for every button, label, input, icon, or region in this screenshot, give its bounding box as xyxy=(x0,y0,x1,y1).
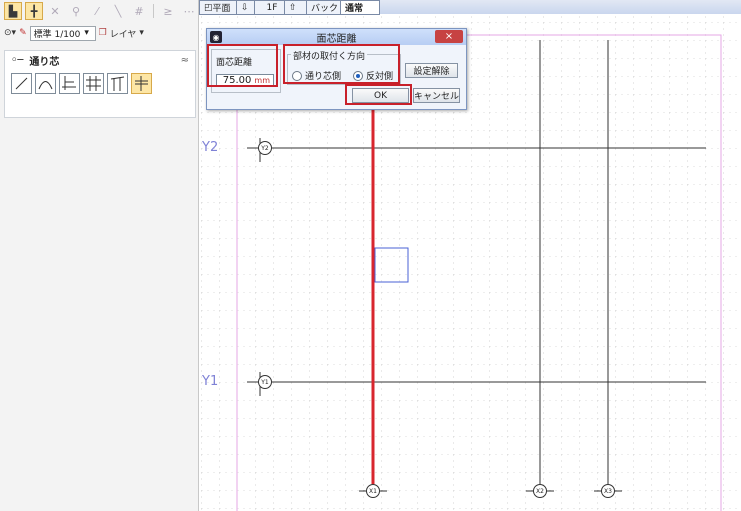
layer-icon[interactable]: ❒ xyxy=(99,28,107,38)
cross-grid-tool-icon[interactable] xyxy=(59,73,80,94)
delete-icon[interactable]: ✕ xyxy=(46,2,64,20)
radio-opposite-side[interactable]: 反対側 xyxy=(353,69,393,82)
scale-value: 標準 1/100 xyxy=(33,29,81,40)
plan-icon: ◰ xyxy=(204,2,213,13)
normal-tab[interactable]: 通常 xyxy=(340,0,380,15)
arrow-icon[interactable]: ≥ xyxy=(159,2,177,20)
distance-unit: mm xyxy=(254,76,270,85)
axis-label-y1: Y1 xyxy=(202,374,219,389)
line-tool-glyph xyxy=(15,77,28,90)
chevron-down-icon[interactable]: ▾ xyxy=(139,28,144,38)
radio-opposite-side-label: 反対側 xyxy=(366,72,394,82)
left-tool-panel: ▙ ╋ ✕ ⚲ ⁄ ╲ # ≥ ⋯ ☷ ⊙▾ ✎ 標準 1/100 ▾ ❒ レイ… xyxy=(0,0,215,511)
dash-icon[interactable]: ⋯ xyxy=(180,2,198,20)
cancel-button[interactable]: キャンセル xyxy=(413,88,460,103)
canvas-view-bar: ◰ 平面 ⇩ 1F ⇧ バック 通常 xyxy=(199,0,741,15)
distance-value: 75.00 xyxy=(222,75,252,86)
grid-tool-row xyxy=(5,69,195,98)
toolbar-separator xyxy=(153,4,154,18)
grid-line-panel-title: 通り芯 xyxy=(29,56,60,68)
cross-grid-tool-glyph xyxy=(62,76,76,90)
plan-view-label: 平面 xyxy=(212,4,231,14)
radio-grid-side-label: 通り芯側 xyxy=(305,72,342,82)
axis-label-y2: Y2 xyxy=(202,140,219,155)
snap-icon[interactable]: ⊙▾ xyxy=(4,28,16,38)
face-core-tool-glyph xyxy=(135,76,148,91)
collapse-icon[interactable]: ≈ xyxy=(181,55,189,66)
grid-line-icon: ◦─ xyxy=(11,54,24,66)
offset-grid-tool-glyph xyxy=(110,76,125,91)
multi-grid-tool-glyph xyxy=(86,76,101,91)
scale-select[interactable]: 標準 1/100 ▾ xyxy=(29,25,96,41)
grid-bubble-y1[interactable]: Y1 xyxy=(258,375,272,389)
arc-tool-icon[interactable] xyxy=(35,73,56,94)
dialog-title-bar[interactable]: ◉ 面芯距離 × xyxy=(207,29,466,45)
grid-line-panel: ◦─ 通り芯 ≈ xyxy=(4,50,196,118)
hatch-grid-icon[interactable]: # xyxy=(130,2,148,20)
radio-grid-side[interactable]: 通り芯側 xyxy=(292,69,341,82)
slash-icon[interactable]: ╲ xyxy=(109,2,127,20)
diagonal-line-icon[interactable]: ⁄ xyxy=(88,2,106,20)
grid-bubble-x1[interactable]: X1 xyxy=(366,484,380,498)
radio-grid-side-dot[interactable] xyxy=(292,70,302,81)
offset-grid-tool-icon[interactable] xyxy=(107,73,128,94)
grid-bubble-x2[interactable]: X2 xyxy=(533,484,547,498)
search-icon[interactable]: ⚲ xyxy=(67,2,85,20)
property-toolbar: ⊙▾ ✎ 標準 1/100 ▾ ❒ レイヤ ▾ xyxy=(4,24,144,42)
ok-button[interactable]: OK xyxy=(352,88,409,103)
face-core-distance-dialog: ◉ 面芯距離 × 面芯距離 75.00 mm 部材の取付く方向 通り芯側 反対側… xyxy=(206,28,467,110)
line-tool-icon[interactable] xyxy=(11,73,32,94)
clear-setting-button[interactable]: 設定解除 xyxy=(405,63,458,78)
face-core-tool-icon[interactable] xyxy=(131,73,152,94)
multi-grid-tool-icon[interactable] xyxy=(83,73,104,94)
grid-bubble-x3[interactable]: X3 xyxy=(601,484,615,498)
select-cross-icon[interactable]: ╋ xyxy=(25,2,43,20)
arc-tool-glyph xyxy=(38,81,53,90)
close-icon[interactable]: × xyxy=(435,30,463,43)
distance-label: 面芯距離 xyxy=(216,58,253,68)
dialog-title: 面芯距離 xyxy=(316,33,357,45)
layer-menu[interactable]: レイヤ xyxy=(110,27,137,40)
radio-opposite-side-dot[interactable] xyxy=(353,70,363,81)
drawing-toolbar: ▙ ╋ ✕ ⚲ ⁄ ╲ # ≥ ⋯ ☷ xyxy=(4,2,219,20)
select-rect-icon[interactable]: ▙ xyxy=(4,2,22,20)
pen-icon[interactable]: ✎ xyxy=(19,28,27,38)
direction-group-label: 部材の取付く方向 xyxy=(291,49,368,62)
chevron-down-icon: ▾ xyxy=(84,28,89,38)
grid-line-panel-header[interactable]: ◦─ 通り芯 ≈ xyxy=(5,51,195,69)
distance-input[interactable]: 75.00 mm xyxy=(216,74,274,87)
up-arrow-icon[interactable]: ⇧ xyxy=(284,0,308,15)
grid-bubble-y2[interactable]: Y2 xyxy=(258,141,272,155)
